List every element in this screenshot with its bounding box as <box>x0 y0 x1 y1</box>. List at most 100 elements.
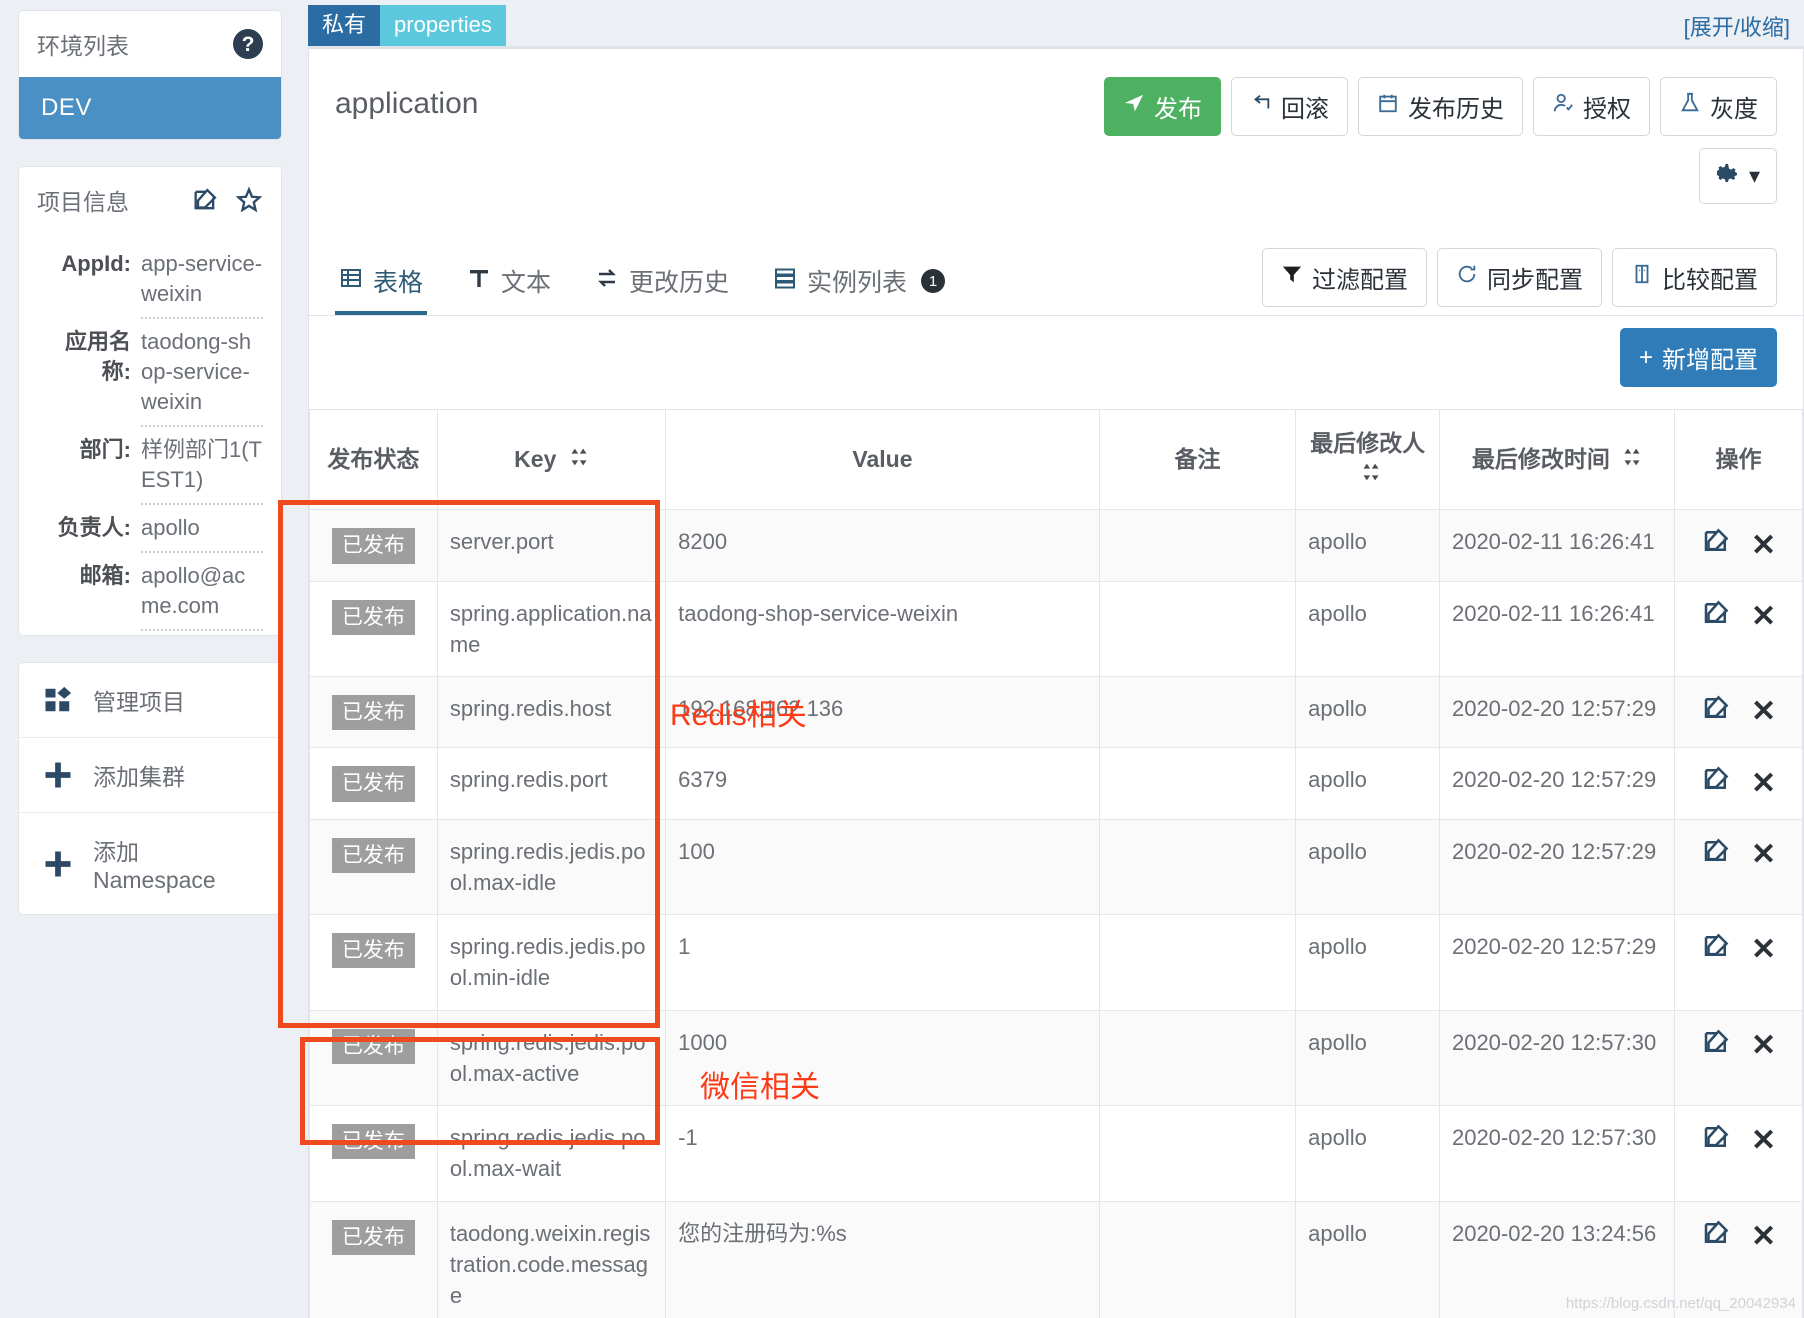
project-field-label: 邮箱: <box>79 563 131 588</box>
table-row: 已发布 server.port 8200 apollo 2020-02-11 16:26… <box>309 509 1803 582</box>
col-key[interactable]: Key <box>437 408 667 511</box>
namespace-tag-format[interactable]: properties <box>380 5 506 46</box>
sidebar-item-manage-project[interactable]: 管理项目 <box>19 663 281 738</box>
cell-operations: ✕ <box>1674 747 1803 820</box>
authorize-button-label: 授权 <box>1583 96 1631 123</box>
flask-icon <box>1679 92 1701 121</box>
close-x-icon[interactable]: ✕ <box>1751 601 1776 632</box>
authorize-button[interactable]: 授权 <box>1533 77 1650 136</box>
project-info-title: 项目信息 <box>37 189 129 215</box>
grid-blocks-icon <box>43 685 73 715</box>
close-x-icon[interactable]: ✕ <box>1751 1126 1776 1156</box>
rollback-arrow-icon <box>1250 92 1272 121</box>
cell-last-modified-time: 2020-02-20 12:57:29 <box>1438 747 1676 820</box>
cell-last-modified-by: apollo <box>1295 1200 1440 1318</box>
edit-icon[interactable] <box>1701 1218 1731 1256</box>
plus-icon <box>43 849 73 879</box>
col-key-label: Key <box>514 445 557 472</box>
status-badge: 已发布 <box>331 837 415 873</box>
cell-publish-status: 已发布 <box>309 1009 438 1107</box>
sidebar-nav-panel: 管理项目 添加集群 添加Namespace <box>18 662 282 915</box>
add-config-button[interactable]: + 新增配置 <box>1619 328 1777 387</box>
table-row: 已发布 spring.redis.port 6379 apollo 2020-02-20… <box>309 747 1803 820</box>
send-icon <box>1123 92 1145 121</box>
status-badge: 已发布 <box>331 766 415 802</box>
cell-key: spring.redis.host <box>436 676 667 749</box>
add-config-row: + 新增配置 <box>309 316 1803 387</box>
plus-icon: + <box>1638 343 1653 371</box>
col-last-modified-time-label: 最后修改时间 <box>1471 445 1610 472</box>
config-table-body: 已发布 server.port 8200 apollo 2020-02-11 16:26… <box>309 509 1803 1318</box>
sort-updown-icon[interactable] <box>1622 445 1642 476</box>
question-mark-icon[interactable]: ? <box>233 29 263 59</box>
sidebar-item-add-namespace[interactable]: 添加Namespace <box>19 813 281 914</box>
project-field-value: 样例部门1(TEST1) <box>141 437 263 492</box>
close-x-icon[interactable]: ✕ <box>1751 935 1776 965</box>
sort-updown-icon[interactable] <box>1361 460 1381 491</box>
tab-change-history-label: 更改历史 <box>629 269 730 297</box>
project-field-value-wrap: apollo <box>141 505 263 553</box>
edit-icon[interactable] <box>1701 764 1731 802</box>
close-x-icon[interactable]: ✕ <box>1751 768 1776 799</box>
cell-last-modified-time: 2020-02-11 16:26:41 <box>1438 509 1676 582</box>
close-x-icon[interactable]: ✕ <box>1751 1221 1776 1252</box>
edit-icon[interactable] <box>1701 836 1731 874</box>
edit-icon[interactable] <box>1701 1122 1731 1160</box>
publish-history-button[interactable]: 发布历史 <box>1358 77 1523 136</box>
compare-config-button[interactable]: 比较配置 <box>1612 248 1777 307</box>
edit-icon[interactable] <box>191 186 219 214</box>
project-field-value: taodong-shop-service-weixin <box>141 329 252 414</box>
sync-config-button[interactable]: 同步配置 <box>1437 248 1602 307</box>
edit-icon[interactable] <box>1701 693 1731 731</box>
star-icon[interactable] <box>235 186 263 214</box>
env-dev-label: DEV <box>41 94 92 121</box>
cell-last-modified-time: 2020-02-20 12:57:30 <box>1438 1009 1676 1107</box>
col-value: Value <box>665 408 1100 511</box>
config-action-buttons: 过滤配置 同步配置 比较配置 <box>1262 248 1777 315</box>
namespace-tag-private[interactable]: 私有 <box>308 5 381 46</box>
col-last-modified-by[interactable]: 最后修改人 <box>1295 408 1440 511</box>
sidebar-item-label: 添加Namespace <box>93 839 216 893</box>
sidebar-item-env-dev[interactable]: DEV <box>19 77 281 139</box>
tab-table[interactable]: 表格 <box>335 257 428 315</box>
close-x-icon[interactable]: ✕ <box>1751 839 1776 870</box>
cell-publish-status: 已发布 <box>309 1200 438 1318</box>
namespace-settings-button[interactable]: ▾ <box>1698 148 1777 204</box>
col-last-modified-by-label: 最后修改人 <box>1310 430 1426 456</box>
project-field-value: apollo@acme.com <box>141 563 246 618</box>
instance-count-badge: 1 <box>921 269 946 293</box>
edit-icon[interactable] <box>1701 1027 1731 1065</box>
settings-row: ▾ <box>309 136 1803 204</box>
cell-publish-status: 已发布 <box>309 509 438 582</box>
status-badge: 已发布 <box>331 599 415 635</box>
sort-updown-icon[interactable] <box>569 445 589 476</box>
status-badge: 已发布 <box>331 1028 415 1064</box>
rollback-button[interactable]: 回滚 <box>1231 77 1348 136</box>
edit-icon[interactable] <box>1701 526 1731 564</box>
status-badge: 已发布 <box>331 1124 415 1160</box>
cell-comment <box>1098 1105 1297 1202</box>
close-x-icon[interactable]: ✕ <box>1751 1030 1776 1061</box>
tab-instance-list[interactable]: 实例列表 1 <box>769 257 949 315</box>
edit-icon[interactable] <box>1701 931 1731 969</box>
close-x-icon[interactable]: ✕ <box>1751 530 1776 561</box>
namespace-card-header: application 发布 回滚 发布历史 授权 灰度 <box>309 49 1803 136</box>
cell-operations: ✕ <box>1674 509 1803 582</box>
tab-change-history[interactable]: 更改历史 <box>591 257 733 315</box>
project-field-value: app-service-weixin <box>141 251 263 306</box>
gray-release-button[interactable]: 灰度 <box>1660 77 1777 136</box>
close-x-icon[interactable]: ✕ <box>1751 697 1776 727</box>
environment-panel: 环境列表 ? DEV <box>18 10 282 140</box>
sidebar-item-add-cluster[interactable]: 添加集群 <box>19 738 281 813</box>
tab-text[interactable]: 文本 <box>463 257 555 315</box>
expand-collapse-link[interactable]: [展开/收缩] <box>1684 10 1790 42</box>
publish-button[interactable]: 发布 <box>1104 77 1221 136</box>
filter-config-button[interactable]: 过滤配置 <box>1262 248 1427 307</box>
config-table: 发布状态 Key Value 备注 最后修改人 最后修改时间 操作 已发布 se… <box>309 408 1803 1318</box>
edit-icon[interactable] <box>1701 598 1731 636</box>
cell-comment <box>1098 509 1297 582</box>
project-field-value-wrap: 样例部门1(TEST1) <box>141 427 263 505</box>
add-config-button-label: 新增配置 <box>1662 347 1758 374</box>
cell-last-modified-by: apollo <box>1295 676 1440 749</box>
col-last-modified-time[interactable]: 最后修改时间 <box>1439 408 1676 511</box>
